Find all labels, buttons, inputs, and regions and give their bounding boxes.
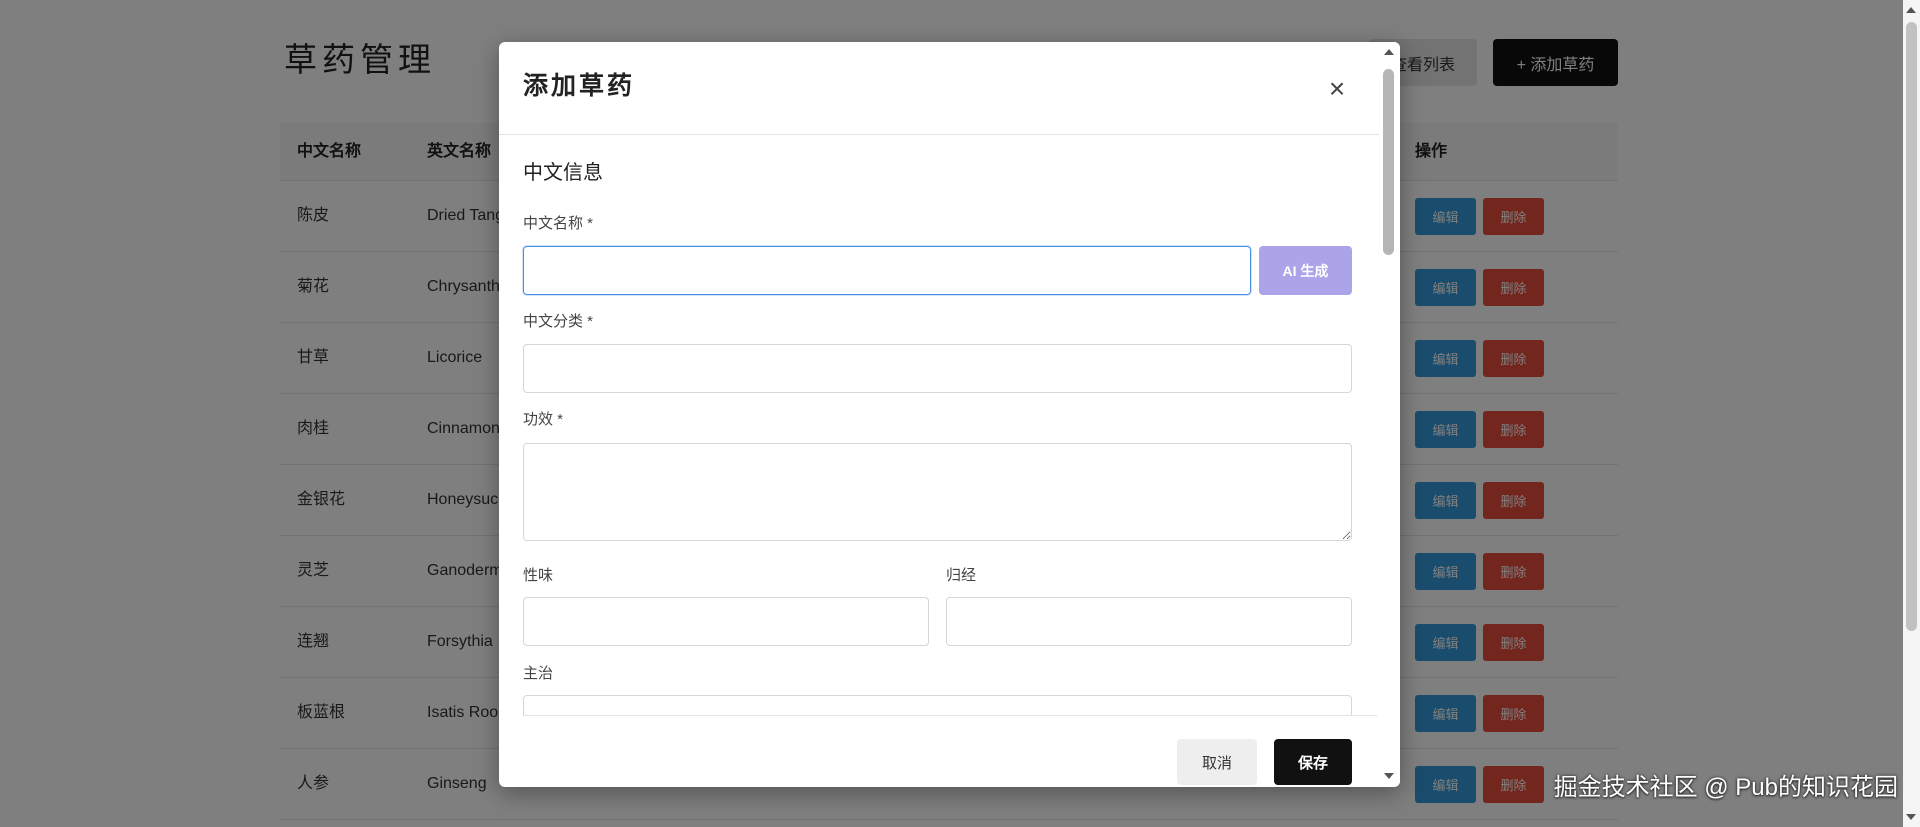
footer-divider [523, 715, 1377, 716]
save-button[interactable]: 保存 [1274, 739, 1352, 785]
cn-name-label: 中文名称 * [523, 215, 594, 232]
section-title-chinese-info: 中文信息 [523, 162, 603, 184]
page-scroll-up-arrow-icon[interactable] [1906, 7, 1916, 13]
nature-flavor-input[interactable] [523, 597, 929, 646]
page-scrollbar[interactable] [1903, 0, 1920, 827]
ai-generate-button[interactable]: AI 生成 [1259, 246, 1352, 295]
cn-name-input[interactable] [523, 246, 1251, 295]
indications-input[interactable] [523, 695, 1352, 715]
efficacy-textarea[interactable] [523, 443, 1352, 541]
modal-body[interactable]: 中文信息 中文名称 * AI 生成 中文分类 * 功效 * 性味 归经 主治 [499, 135, 1380, 715]
cancel-button[interactable]: 取消 [1177, 739, 1257, 785]
indications-label: 主治 [523, 665, 554, 682]
nature-flavor-label: 性味 [523, 567, 554, 584]
modal-scrollbar-thumb[interactable] [1383, 69, 1394, 255]
meridian-label: 归经 [946, 567, 977, 584]
page-scrollbar-thumb[interactable] [1906, 22, 1917, 631]
scroll-up-arrow-icon[interactable] [1384, 49, 1394, 55]
cn-category-input[interactable] [523, 344, 1352, 393]
cn-category-label: 中文分类 * [523, 313, 594, 330]
modal-title: 添加草药 [523, 71, 636, 100]
page-scroll-down-arrow-icon[interactable] [1906, 814, 1916, 820]
watermark: 掘金技术社区 @ Pub的知识花园 [1553, 774, 1898, 801]
add-herb-modal: 添加草药 × 中文信息 中文名称 * AI 生成 中文分类 * 功效 * 性味 … [499, 42, 1400, 787]
modal-scrollbar[interactable] [1379, 42, 1400, 787]
scroll-down-arrow-icon[interactable] [1384, 773, 1394, 779]
efficacy-label: 功效 * [523, 411, 564, 428]
close-icon[interactable]: × [1324, 73, 1350, 105]
meridian-input[interactable] [946, 597, 1352, 646]
